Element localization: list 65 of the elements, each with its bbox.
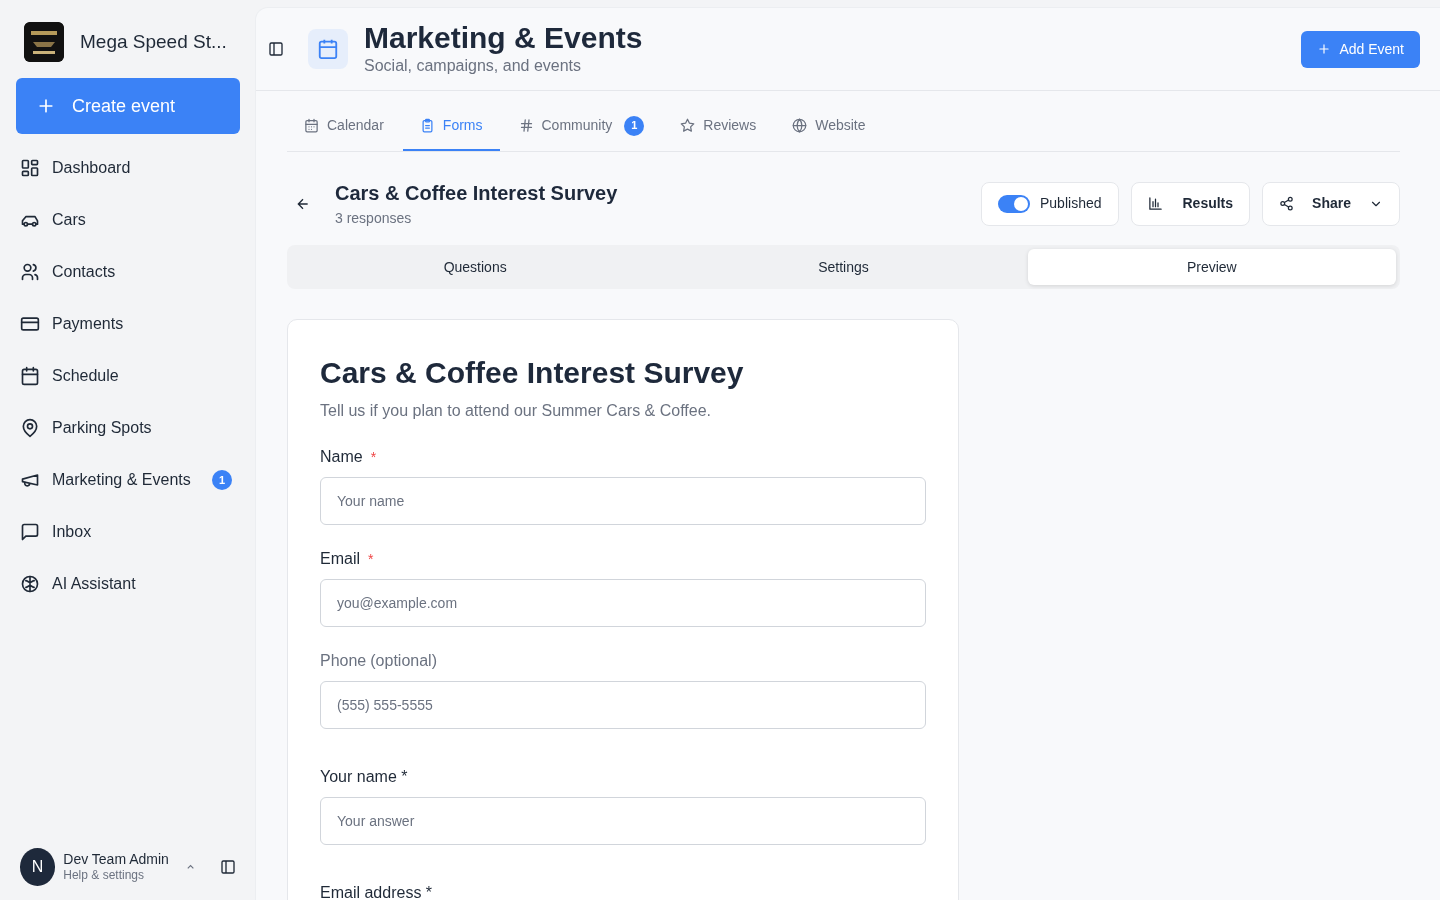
add-event-button[interactable]: Add Event xyxy=(1301,30,1420,68)
user-name: Dev Team Admin xyxy=(63,850,169,869)
sidebar-item[interactable]: Parking Spots xyxy=(16,402,240,454)
calendar-icon xyxy=(304,118,319,133)
sidebar-item[interactable]: Marketing & Events 1 xyxy=(16,454,240,506)
bar-chart-icon xyxy=(1147,196,1163,211)
sidebar-item[interactable]: Schedule xyxy=(16,350,240,402)
sidebar-item[interactable]: Inbox xyxy=(16,506,240,558)
field-label: Your name * xyxy=(320,767,408,787)
tab[interactable]: Forms xyxy=(402,103,500,151)
calendar-icon xyxy=(308,29,348,69)
sidebar-item[interactable]: Contacts xyxy=(16,246,240,298)
dashboard-icon xyxy=(20,158,40,178)
field-label: Phone xyxy=(320,651,367,671)
tab[interactable]: Website xyxy=(775,103,883,151)
help-settings-link[interactable]: Help & settings xyxy=(63,868,169,884)
star-icon xyxy=(680,118,696,133)
required-asterisk: * xyxy=(370,448,377,467)
segment-tab[interactable]: Settings xyxy=(659,249,1028,285)
globe-icon xyxy=(792,118,808,133)
sidebar-toggle-icon[interactable] xyxy=(268,41,284,57)
input-field[interactable]: Your name xyxy=(320,477,926,525)
input-field[interactable]: Your answer xyxy=(320,797,926,845)
hash-icon xyxy=(518,118,534,133)
tab[interactable]: Reviews xyxy=(663,103,774,151)
toggle-switch[interactable] xyxy=(998,194,1030,213)
calendar-icon xyxy=(20,366,40,386)
logo-picture xyxy=(24,22,64,62)
response-count: 3 responses xyxy=(335,209,413,228)
field-label: Email address * xyxy=(320,883,433,900)
avatar[interactable]: N xyxy=(20,848,56,886)
page-subtitle: Social, campaigns, and events xyxy=(364,55,582,76)
published-toggle[interactable]: Published xyxy=(981,181,1119,226)
field-label: Email xyxy=(320,549,360,569)
clipboard-icon xyxy=(419,118,435,133)
map-pin-icon xyxy=(20,418,40,438)
survey-title: Cars & Coffee Interest Survey xyxy=(320,355,745,391)
segment-tab[interactable]: Questions xyxy=(291,249,660,285)
input-field[interactable]: (555) 555-5555 xyxy=(320,681,926,729)
tab[interactable]: Calendar xyxy=(287,103,401,151)
survey-description: Tell us if you plan to attend our Summer Cars & Coffee. xyxy=(320,401,712,421)
count-badge: 1 xyxy=(212,470,232,490)
create-event-button[interactable]: Create event xyxy=(16,78,240,134)
optional-note: (optional) xyxy=(370,651,437,671)
chat-bubble-icon xyxy=(20,522,40,542)
field-label: Name xyxy=(320,447,363,467)
segment-tab[interactable]: Preview xyxy=(1027,249,1396,285)
sidebar-item[interactable]: AI Assistant xyxy=(16,558,240,610)
sidebar-item[interactable]: Dashboard xyxy=(16,142,240,194)
share-button[interactable]: Share xyxy=(1262,181,1400,226)
sidebar-item[interactable]: Payments xyxy=(16,298,240,350)
results-button[interactable]: Results xyxy=(1130,181,1251,226)
brand-name: Mega Speed St... xyxy=(80,29,227,54)
sidebar-item[interactable]: Cars xyxy=(16,194,240,246)
form-title: Cars & Coffee Interest Survey xyxy=(335,181,618,206)
required-asterisk: * xyxy=(368,550,374,569)
credit-card-icon xyxy=(20,314,40,334)
count-badge: 1 xyxy=(624,115,645,136)
input-field[interactable]: you@example.com xyxy=(320,579,926,627)
people-icon xyxy=(20,262,40,282)
tab[interactable]: Community 1 xyxy=(501,103,662,151)
plus-icon xyxy=(1317,42,1332,56)
sidebar-toggle-icon[interactable] xyxy=(220,859,236,875)
share-icon xyxy=(1279,196,1295,211)
page-title: Marketing & Events xyxy=(364,20,643,54)
